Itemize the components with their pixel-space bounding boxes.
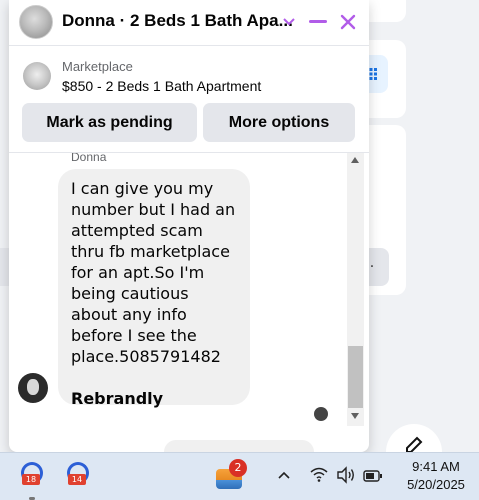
volume-icon[interactable]	[336, 466, 356, 484]
mark-as-pending-button[interactable]: Mark as pending	[22, 103, 197, 142]
taskbar-app-button[interactable]: 14	[64, 461, 92, 491]
widgets-button[interactable]: 2	[213, 459, 247, 491]
avatar[interactable]	[18, 373, 48, 403]
sender-name: Donna	[71, 152, 107, 164]
chat-header[interactable]: Donna · 2 Beds 1 Bath Apa...	[9, 0, 369, 46]
wifi-icon[interactable]	[309, 465, 329, 483]
close-icon[interactable]	[336, 10, 360, 34]
avatar[interactable]	[19, 5, 53, 39]
taskbar: 18 14 2 9:41 AM 5/20/2025	[0, 452, 479, 500]
clock-time: 9:41 AM	[412, 459, 460, 474]
scrollbar-thumb[interactable]	[348, 346, 363, 408]
message-bubble[interactable]: I can give you my number but I had an at…	[58, 169, 250, 408]
listing-name[interactable]: $850 - 2 Beds 1 Bath Apartment	[62, 78, 261, 94]
scroll-up-arrow-icon[interactable]	[351, 157, 359, 163]
clock-date: 5/20/2025	[407, 477, 465, 492]
message-bubble	[164, 440, 314, 452]
notification-badge: 2	[229, 459, 247, 477]
message-text: I can give you my number but I had an at…	[71, 179, 236, 366]
seen-indicator-avatar	[314, 407, 328, 421]
background-card	[368, 0, 406, 22]
scrollbar[interactable]	[347, 153, 364, 426]
listing-thumbnail	[23, 62, 51, 90]
chat-window: Donna · 2 Beds 1 Bath Apa... Marketplace…	[9, 0, 369, 452]
listing-source: Marketplace	[62, 59, 133, 74]
battery-icon[interactable]	[363, 468, 383, 482]
notification-badge: 14	[68, 474, 86, 485]
message-link[interactable]: Rebrandly	[71, 388, 237, 409]
more-options-button[interactable]: More options	[203, 103, 355, 142]
chevron-up-icon[interactable]	[276, 467, 292, 483]
taskbar-app-button[interactable]: 18	[18, 461, 46, 500]
chat-title[interactable]: Donna · 2 Beds 1 Bath Apa...	[62, 11, 293, 31]
notification-badge: 18	[22, 474, 40, 485]
chevron-down-icon[interactable]	[277, 10, 301, 34]
clock[interactable]: 9:41 AM 5/20/2025	[393, 458, 479, 494]
message-thread[interactable]: Donna I can give you my number but I had…	[9, 152, 369, 426]
marketplace-listing[interactable]: Marketplace $850 - 2 Beds 1 Bath Apartme…	[9, 50, 369, 102]
more-dots-icon: ·	[369, 259, 375, 275]
minimize-icon[interactable]	[306, 10, 330, 34]
scroll-down-arrow-icon[interactable]	[351, 413, 359, 419]
